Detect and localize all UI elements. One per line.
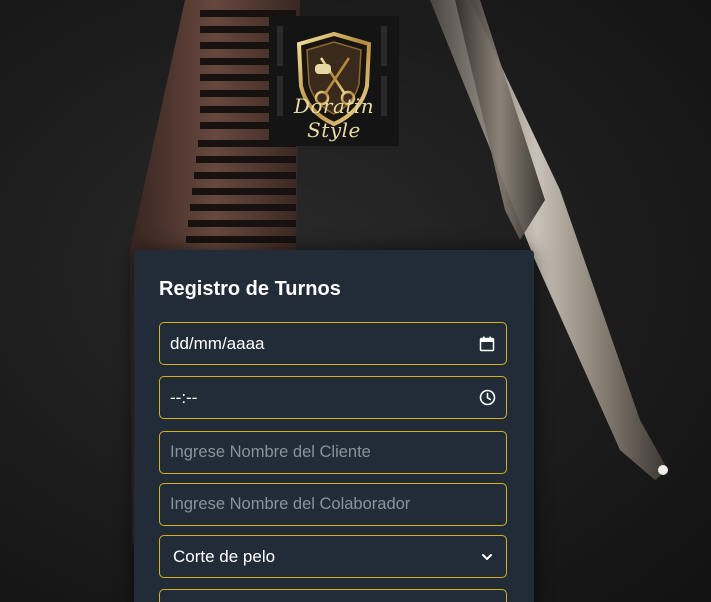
- time-input-placeholder: --:--: [170, 387, 198, 407]
- appointment-form-card: Registro de Turnos dd/mm/aaaa --:-- Ingr…: [134, 250, 534, 602]
- logo-text: Doratin Style: [293, 94, 375, 142]
- calendar-icon[interactable]: [478, 335, 496, 353]
- collaborator-name-input[interactable]: Ingrese Nombre del Colaborador: [159, 483, 507, 526]
- client-name-placeholder: Ingrese Nombre del Cliente: [170, 443, 371, 461]
- date-input[interactable]: dd/mm/aaaa: [159, 322, 507, 365]
- client-name-input[interactable]: Ingrese Nombre del Cliente: [159, 431, 507, 474]
- chevron-down-icon: [478, 548, 496, 566]
- form-title: Registro de Turnos: [159, 278, 341, 300]
- collaborator-name-placeholder: Ingrese Nombre del Colaborador: [170, 495, 411, 513]
- service-select-value: Corte de pelo: [173, 546, 276, 566]
- date-input-placeholder: dd/mm/aaaa: [170, 333, 265, 353]
- brand-logo: Doratin Style: [269, 16, 399, 146]
- service-select[interactable]: Corte de pelo: [159, 535, 507, 578]
- time-input[interactable]: --:--: [159, 376, 507, 419]
- next-field-input[interactable]: [159, 589, 507, 602]
- clock-icon[interactable]: [478, 389, 496, 407]
